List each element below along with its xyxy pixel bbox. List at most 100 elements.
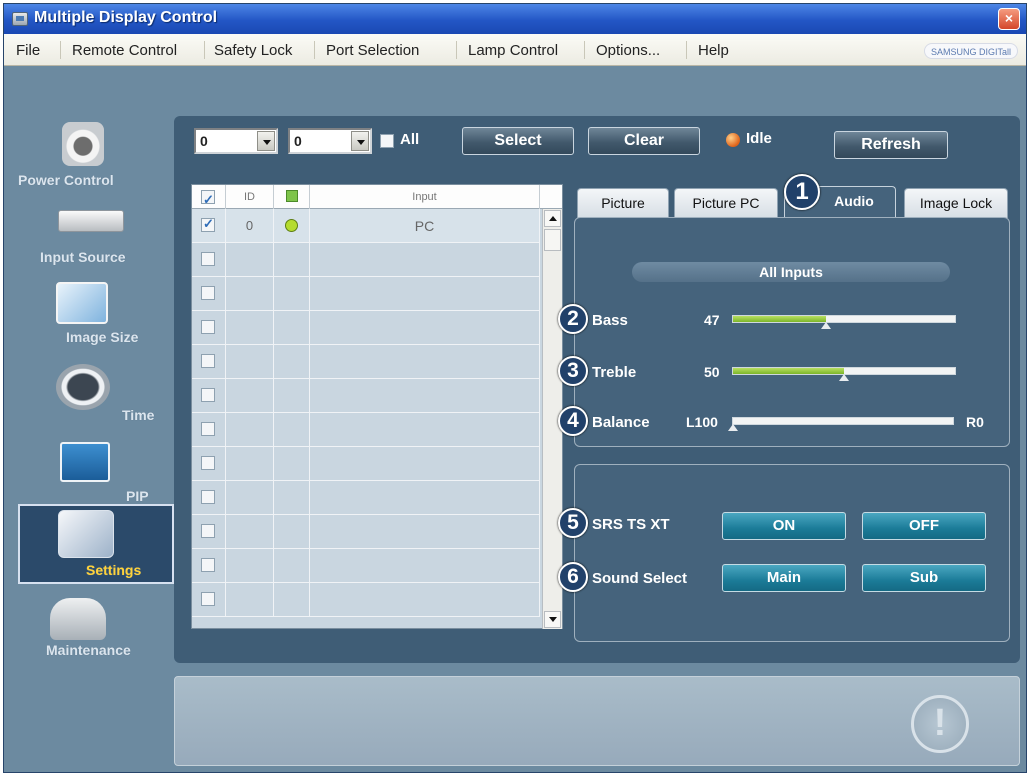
- row-id: [226, 481, 274, 515]
- menu-lamp-control[interactable]: Lamp Control: [466, 42, 560, 59]
- row-input: PC: [310, 209, 540, 243]
- row-id: [226, 549, 274, 583]
- sidebar-item-time[interactable]: Time: [18, 362, 174, 428]
- bass-slider[interactable]: [732, 315, 956, 329]
- row-checkbox[interactable]: [201, 354, 215, 368]
- sidebar-item-settings[interactable]: Settings: [18, 504, 174, 584]
- scroll-thumb[interactable]: [544, 229, 561, 251]
- chevron-down-icon[interactable]: [257, 131, 275, 151]
- row-select-cell[interactable]: [192, 583, 226, 617]
- table-row[interactable]: [192, 379, 540, 413]
- sidebar-item-maintenance[interactable]: Maintenance: [18, 594, 174, 664]
- sidebar-item-input-source[interactable]: Input Source: [18, 204, 174, 270]
- row-select-cell[interactable]: [192, 243, 226, 277]
- treble-slider[interactable]: [732, 367, 956, 381]
- sidebar-item-pip[interactable]: PIP: [18, 438, 174, 504]
- menu-remote-control[interactable]: Remote Control: [70, 42, 179, 59]
- table-row[interactable]: [192, 311, 540, 345]
- row-select-cell[interactable]: [192, 277, 226, 311]
- scroll-up-button[interactable]: [544, 210, 561, 227]
- row-checkbox[interactable]: [201, 252, 215, 266]
- menu-options[interactable]: Options...: [594, 42, 662, 59]
- row-select-cell[interactable]: [192, 549, 226, 583]
- table-row[interactable]: [192, 583, 540, 617]
- table-row[interactable]: [192, 549, 540, 583]
- balance-slider-thumb[interactable]: [728, 424, 738, 431]
- row-select-cell[interactable]: [192, 345, 226, 379]
- select-all-checkbox[interactable]: [201, 188, 215, 212]
- row-select-cell[interactable]: [192, 515, 226, 549]
- row-checkbox[interactable]: [201, 320, 215, 334]
- sidebar-item-power-control[interactable]: Power Control: [18, 122, 174, 198]
- status-indicator-icon: [726, 133, 740, 147]
- row-select-cell[interactable]: [192, 413, 226, 447]
- row-checkbox[interactable]: [201, 592, 215, 606]
- table-row[interactable]: [192, 243, 540, 277]
- row-checkbox[interactable]: [201, 216, 215, 232]
- sound-select-label: Sound Select: [592, 570, 688, 587]
- balance-label: Balance: [592, 414, 650, 431]
- window-title: Multiple Display Control: [34, 9, 218, 26]
- close-button[interactable]: ×: [998, 8, 1020, 30]
- row-checkbox[interactable]: [201, 422, 215, 436]
- all-checkbox[interactable]: [380, 134, 394, 148]
- message-panel: [174, 676, 1020, 766]
- refresh-button[interactable]: Refresh: [834, 131, 948, 159]
- row-id: [226, 243, 274, 277]
- row-id: [226, 447, 274, 481]
- srs-off-button[interactable]: OFF: [862, 512, 986, 540]
- table-row[interactable]: [192, 277, 540, 311]
- sidebar-item-image-size[interactable]: Image Size: [18, 280, 174, 346]
- row-id: [226, 345, 274, 379]
- menu-help[interactable]: Help: [696, 42, 731, 59]
- clear-button[interactable]: Clear: [588, 127, 700, 155]
- row-status-cell: [274, 345, 310, 379]
- table-row[interactable]: 0 PC: [192, 209, 540, 243]
- tab-picture-pc[interactable]: Picture PC: [674, 188, 778, 218]
- display-grid: ID Input 0 PC: [191, 184, 563, 629]
- combo-value: 0: [200, 133, 208, 149]
- tab-image-lock[interactable]: Image Lock: [904, 188, 1008, 218]
- all-inputs-header: All Inputs: [632, 262, 950, 282]
- sidebar-item-label: Maintenance: [46, 642, 131, 658]
- srs-on-button[interactable]: ON: [722, 512, 846, 540]
- row-id: [226, 515, 274, 549]
- callout-3: 3: [558, 356, 588, 386]
- row-select-cell[interactable]: [192, 481, 226, 515]
- sound-main-button[interactable]: Main: [722, 564, 846, 592]
- row-checkbox[interactable]: [201, 490, 215, 504]
- menu-port-selection[interactable]: Port Selection: [324, 42, 421, 59]
- display-id-end-combo[interactable]: 0: [288, 128, 372, 154]
- table-row[interactable]: [192, 515, 540, 549]
- chevron-down-icon[interactable]: [351, 131, 369, 151]
- table-row[interactable]: [192, 345, 540, 379]
- row-checkbox[interactable]: [201, 524, 215, 538]
- table-row[interactable]: [192, 447, 540, 481]
- row-checkbox[interactable]: [201, 286, 215, 300]
- table-row[interactable]: [192, 481, 540, 515]
- row-select-cell[interactable]: [192, 447, 226, 481]
- row-status-cell: [274, 311, 310, 345]
- balance-slider[interactable]: [728, 417, 954, 431]
- scroll-down-button[interactable]: [544, 611, 561, 628]
- balance-right-value: R0: [966, 414, 984, 430]
- row-select-cell[interactable]: [192, 311, 226, 345]
- row-select-cell[interactable]: [192, 379, 226, 413]
- audio-settings-panel: [574, 217, 1010, 447]
- bass-slider-thumb[interactable]: [821, 322, 831, 329]
- row-status-cell: [274, 209, 310, 243]
- menu-safety-lock[interactable]: Safety Lock: [212, 42, 294, 59]
- display-id-start-combo[interactable]: 0: [194, 128, 278, 154]
- table-row[interactable]: [192, 413, 540, 447]
- row-select-cell[interactable]: [192, 209, 226, 243]
- menu-file[interactable]: File: [14, 42, 42, 59]
- header-select-all[interactable]: [192, 185, 226, 212]
- row-checkbox[interactable]: [201, 456, 215, 470]
- menu-bar: File Remote Control Safety Lock Port Sel…: [4, 34, 1026, 66]
- row-checkbox[interactable]: [201, 388, 215, 402]
- tab-picture[interactable]: Picture: [577, 188, 669, 218]
- sound-sub-button[interactable]: Sub: [862, 564, 986, 592]
- select-button[interactable]: Select: [462, 127, 574, 155]
- row-checkbox[interactable]: [201, 558, 215, 572]
- treble-slider-thumb[interactable]: [839, 374, 849, 381]
